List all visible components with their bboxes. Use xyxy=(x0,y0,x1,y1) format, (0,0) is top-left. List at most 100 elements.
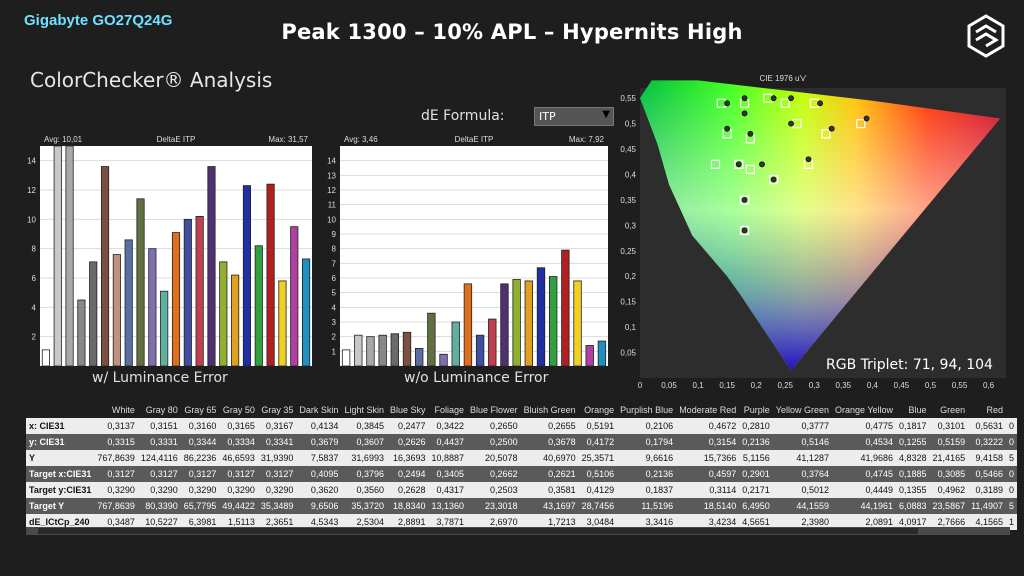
measurement-table: White Gray 80 Gray 65 Gray 50 Gray 35 Dark Sk… xyxy=(26,402,1017,530)
table-cell: 0,3796 xyxy=(341,466,387,482)
table-cell: 0,5159 xyxy=(929,434,969,450)
table-cell: 0,4129 xyxy=(578,482,618,498)
horizontal-scrollbar[interactable] xyxy=(26,527,1010,535)
y-tick-label: 0,5 xyxy=(625,120,637,129)
table-cell: 0,1255 xyxy=(896,434,930,450)
x-tick-label: 0,1 xyxy=(693,381,705,390)
table-cell: 767,8639 xyxy=(94,498,138,514)
row-label: Target y:CIE31 xyxy=(26,482,95,498)
table-cell: 0,3315 xyxy=(94,434,138,450)
measured-point xyxy=(741,227,748,234)
column-header: Yellow Green xyxy=(772,402,832,418)
bar xyxy=(41,349,50,367)
x-tick-label: 0,45 xyxy=(894,381,910,390)
chart2-caption: w/o Luminance Error xyxy=(404,370,549,386)
x-tick-label: 0,3 xyxy=(809,381,821,390)
table-cell: 0,3127 xyxy=(219,466,258,482)
table-cell: 16,3693 xyxy=(386,450,429,466)
table-cell: 0,2136 xyxy=(617,466,677,482)
measured-point xyxy=(863,115,870,122)
table-cell: 0,4134 xyxy=(296,418,342,434)
table-row: Target x:CIE31 0,3127 0,3127 0,3127 0,3127 0,… xyxy=(26,466,1017,482)
bar xyxy=(254,245,263,367)
table-cell: 41,1287 xyxy=(772,450,832,466)
table-cell: 0,2628 xyxy=(386,482,429,498)
row-label: y: CIE31 xyxy=(26,434,95,450)
table-cell: 0,1837 xyxy=(617,482,677,498)
table-cell: 0,3764 xyxy=(772,466,832,482)
table-cell: 0,3422 xyxy=(428,418,468,434)
table-cell: 0,3290 xyxy=(137,482,181,498)
table-cell: 31,9390 xyxy=(257,450,297,466)
table-header-row: White Gray 80 Gray 65 Gray 50 Gray 35 Dark Sk… xyxy=(26,402,1017,418)
table-cell: 0,2650 xyxy=(467,418,521,434)
bar xyxy=(573,280,582,367)
table-cell: 0,2477 xyxy=(386,418,429,434)
bar xyxy=(77,299,86,367)
column-header xyxy=(1005,402,1017,418)
table-cell: 0,5191 xyxy=(578,418,618,434)
charts-canvas: 2468101214Avg: 10,01 DeltaE ITP Max: 31,57… xyxy=(27,74,1006,390)
bar xyxy=(378,334,387,367)
table-cell: 0,3341 xyxy=(257,434,297,450)
table-row: Target Y 767,8639 80,3390 65,7795 49,4422 35,… xyxy=(26,498,1017,514)
y-tick-label: 13 xyxy=(327,171,336,180)
y-tick-label: 14 xyxy=(27,157,36,166)
table-cell: 0,3290 xyxy=(219,482,258,498)
table-cell: 0,3290 xyxy=(257,482,297,498)
bar xyxy=(549,276,558,367)
table-cell: 0,3620 xyxy=(296,482,342,498)
table-cell: 0,2136 xyxy=(739,434,773,450)
bar xyxy=(160,290,169,367)
y-tick-label: 6 xyxy=(332,274,337,283)
table-cell: 0,3154 xyxy=(676,434,740,450)
chart1-caption: w/ Luminance Error xyxy=(92,370,228,386)
table-cell: 767,8639 xyxy=(94,450,138,466)
table-cell: 0 xyxy=(1005,482,1017,498)
table-cell: 0,2662 xyxy=(467,466,521,482)
bar xyxy=(439,353,448,367)
table-cell: 0,5466 xyxy=(968,466,1006,482)
x-tick-label: 0,6 xyxy=(983,381,995,390)
scrollbar-thumb[interactable] xyxy=(38,528,918,534)
measured-point xyxy=(759,161,765,168)
bar xyxy=(266,183,275,367)
bar xyxy=(112,254,121,367)
table-cell: 0 xyxy=(1005,466,1017,482)
table-cell: 0,3679 xyxy=(296,434,342,450)
bar xyxy=(302,258,311,367)
table-cell: 0,3581 xyxy=(520,482,579,498)
measured-point xyxy=(724,125,731,132)
table-cell: 0,3607 xyxy=(341,434,387,450)
bar xyxy=(354,334,363,367)
table-row: Target y:CIE31 0,3290 0,3290 0,3290 0,3290 0,… xyxy=(26,482,1017,498)
table-cell: 0,2655 xyxy=(520,418,579,434)
y-tick-label: 0,05 xyxy=(620,349,636,358)
bar xyxy=(136,198,145,367)
table-cell: 0,3222 xyxy=(968,434,1006,450)
table-cell: 0,3405 xyxy=(428,466,468,482)
y-tick-label: 14 xyxy=(327,157,336,166)
bar xyxy=(341,349,351,367)
x-tick-label: 0,5 xyxy=(925,381,937,390)
y-tick-label: 0,3 xyxy=(625,221,637,230)
y-tick-label: 1 xyxy=(332,347,337,356)
table-cell: 0,3151 xyxy=(137,418,181,434)
table-cell: 0,4095 xyxy=(296,466,342,482)
bar xyxy=(390,333,399,367)
max-label: Max: 7,92 xyxy=(569,135,605,144)
table-cell: 0,4534 xyxy=(831,434,897,450)
table-cell: 25,3571 xyxy=(578,450,618,466)
table-cell: 4,8328 xyxy=(896,450,930,466)
x-tick-label: 0,35 xyxy=(836,381,852,390)
x-tick-label: 0 xyxy=(638,381,643,390)
column-header: Dark Skin xyxy=(296,402,342,418)
table-cell: 0,5146 xyxy=(772,434,832,450)
table-cell: 0,3344 xyxy=(180,434,220,450)
bar xyxy=(219,261,228,367)
column-header: Green xyxy=(929,402,969,418)
measured-point xyxy=(741,95,748,102)
table-cell: 23,3018 xyxy=(467,498,521,514)
column-header: Blue Sky xyxy=(386,402,429,418)
bar xyxy=(451,321,460,367)
